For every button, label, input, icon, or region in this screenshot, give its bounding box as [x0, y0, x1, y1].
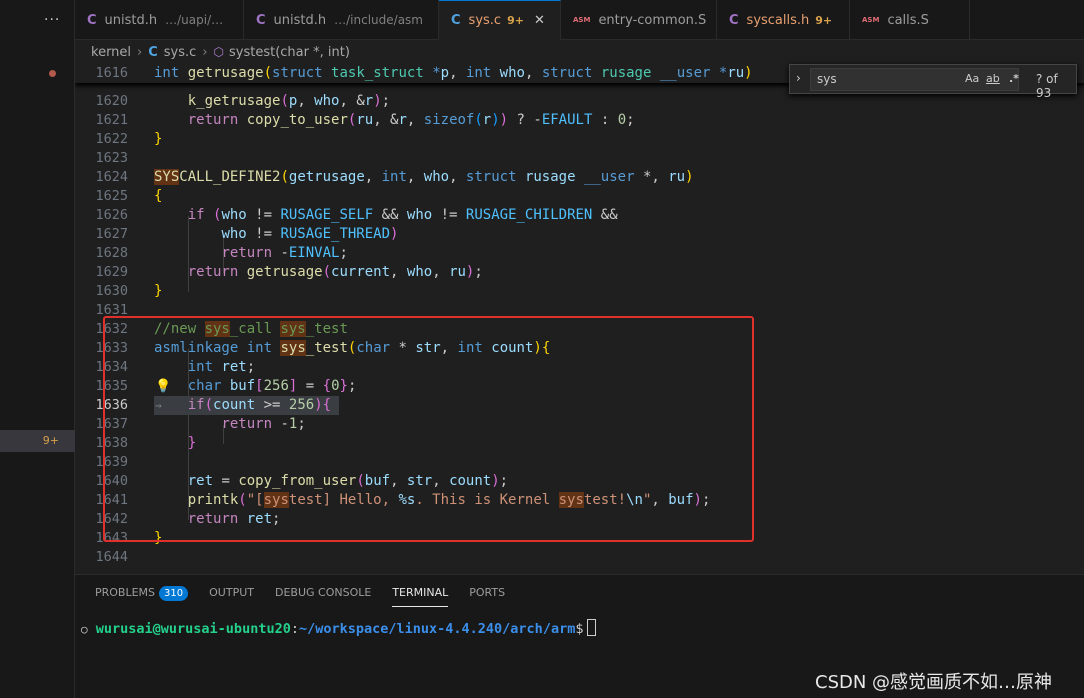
tab-path: …/uapi/… — [165, 13, 224, 27]
tab-syscalls-h[interactable]: C syscalls.h 9+ — [717, 0, 850, 40]
editor-tab-bar: C unistd.h …/uapi/… C unistd.h …/include… — [75, 0, 1084, 40]
c-icon: C — [256, 12, 266, 28]
line-number: 1621 — [95, 112, 128, 128]
line-number: 1620 — [95, 93, 128, 109]
match-case-icon[interactable]: Aa — [965, 72, 979, 85]
code-text: who != RUSAGE_THREAD) — [221, 226, 399, 242]
tab-entry-common[interactable]: ASM entry-common.S — [561, 0, 717, 40]
tab-debug-console[interactable]: DEBUG CONSOLE — [275, 583, 371, 607]
tab-problem-count: 9+ — [815, 13, 833, 27]
tab-problem-count: 9+ — [507, 14, 524, 27]
breadcrumb-file[interactable]: sys.c — [164, 45, 197, 60]
tab-label: calls.S — [887, 12, 929, 28]
c-icon: C — [729, 12, 739, 28]
code-line[interactable]: 1625 { — [75, 187, 1084, 206]
modified-dot-icon — [49, 70, 56, 77]
explorer-selected-item[interactable]: 9+ — [0, 430, 75, 452]
terminal-user: wurusai@wurusai-ubuntu20 — [95, 621, 291, 637]
prompt-circle-icon: ○ — [81, 623, 88, 636]
code-line[interactable]: 1629 return getrusage(current, who, ru); — [75, 263, 1084, 282]
code-text: int getrusage(struct task_struct *p, int… — [154, 65, 753, 81]
chevron-right-icon: › — [137, 44, 143, 60]
chevron-right-icon: › — [202, 44, 208, 60]
line-number: 1626 — [95, 207, 128, 223]
find-widget: › sys Aa ab .* ? of 93 — [789, 64, 1077, 100]
problems-count-badge: 310 — [159, 586, 189, 601]
terminal-prompt: $ — [575, 621, 584, 637]
tab-label: entry-common.S — [598, 12, 707, 28]
code-line[interactable]: 1622 } — [75, 130, 1084, 149]
panel-tab-bar: PROBLEMS 310 OUTPUT DEBUG CONSOLE TERMIN… — [95, 583, 526, 607]
code-text: } — [154, 283, 163, 299]
code-line[interactable]: 1623 — [75, 149, 1084, 168]
line-number: 1624 — [95, 169, 128, 185]
whole-word-icon[interactable]: ab — [986, 72, 1000, 85]
terminal-cursor — [587, 619, 597, 636]
tab-label: TERMINAL — [392, 586, 449, 599]
c-file-icon: C — [148, 44, 158, 60]
code-text: if (who != RUSAGE_SELF && who != RUSAGE_… — [187, 207, 618, 223]
line-number: 1630 — [95, 283, 128, 299]
tab-calls-s[interactable]: ASM calls.S — [850, 0, 970, 40]
line-number: 1644 — [95, 549, 128, 565]
tab-label: PORTS — [469, 586, 506, 599]
code-line[interactable]: 1630 } — [75, 282, 1084, 301]
code-text: return copy_to_user(ru, &r, sizeof(r)) ?… — [187, 112, 635, 128]
breadcrumb: kernel › C sys.c › ⬡ systest(char *, int… — [75, 40, 1084, 64]
line-number: 1622 — [95, 131, 128, 147]
asm-icon: ASM — [862, 16, 880, 24]
chevron-right-icon[interactable]: › — [796, 71, 801, 85]
match-count: ? of 93 — [1036, 72, 1058, 100]
tab-label: unistd.h — [273, 12, 327, 28]
tab-label: DEBUG CONSOLE — [274, 586, 372, 599]
code-line[interactable]: 1621 return copy_to_user(ru, &r, sizeof(… — [75, 111, 1084, 130]
line-number: 1629 — [95, 264, 128, 280]
close-icon[interactable]: ✕ — [534, 13, 545, 28]
code-text: return getrusage(current, who, ru); — [187, 264, 483, 280]
breadcrumb-symbol[interactable]: systest(char *, int) — [229, 45, 350, 60]
breadcrumb-folder[interactable]: kernel — [91, 45, 131, 60]
code-text: } — [154, 131, 163, 147]
code-text: { — [154, 188, 163, 204]
line-number: 1625 — [95, 188, 128, 204]
c-icon: C — [87, 12, 97, 28]
tab-label: OUTPUT — [209, 586, 254, 599]
code-text: k_getrusage(p, who, &r); — [187, 93, 391, 109]
explorer-strip: ··· 9+ — [0, 0, 75, 698]
tab-label: syscalls.h — [746, 12, 810, 28]
regex-icon[interactable]: .* — [1009, 72, 1019, 85]
code-line[interactable]: 1627 who != RUSAGE_THREAD) — [75, 225, 1084, 244]
line-number: 1616 — [95, 65, 128, 81]
tab-sys-c[interactable]: C sys.c 9+ ✕ — [439, 0, 561, 40]
code-line[interactable]: 1628 return -EINVAL; — [75, 244, 1084, 263]
tab-label: unistd.h — [104, 12, 158, 28]
code-line[interactable]: 1624 SYSCALL_DEFINE2(getrusage, int, who… — [75, 168, 1084, 187]
code-line[interactable]: 1644 — [75, 548, 1084, 567]
tab-path: …/include/asm — [334, 13, 423, 27]
code-line[interactable]: 1620 k_getrusage(p, who, &r); — [75, 92, 1084, 111]
tab-ports[interactable]: PORTS — [469, 583, 505, 607]
tab-unistd-asm[interactable]: C unistd.h …/include/asm — [244, 0, 439, 40]
line-number: 1623 — [95, 150, 128, 166]
line-number: 1628 — [95, 245, 128, 261]
tab-label: PROBLEMS — [95, 586, 156, 599]
explorer-item-badge: 9+ — [42, 434, 59, 447]
terminal-output[interactable]: ○ wurusai@wurusai-ubuntu20:~/workspace/l… — [81, 619, 597, 637]
watermark: CSDN @感觉画质不如…原神 — [815, 672, 1053, 693]
code-text: SYSCALL_DEFINE2(getrusage, int, who, str… — [154, 169, 694, 185]
highlight-box — [103, 316, 754, 542]
code-text: return -EINVAL; — [221, 245, 348, 261]
c-icon: C — [451, 13, 461, 28]
tab-terminal[interactable]: TERMINAL — [392, 583, 449, 607]
function-cube-icon: ⬡ — [213, 45, 224, 59]
more-actions-icon[interactable]: ··· — [44, 12, 60, 28]
tab-problems[interactable]: PROBLEMS 310 — [95, 583, 189, 607]
code-line[interactable]: 1626 if (who != RUSAGE_SELF && who != RU… — [75, 206, 1084, 225]
line-number: 1627 — [95, 226, 128, 242]
tab-unistd-uapi[interactable]: C unistd.h …/uapi/… — [75, 0, 244, 40]
asm-icon: ASM — [573, 16, 591, 24]
terminal-path: ~/workspace/linux-4.4.240/arch/arm — [298, 621, 576, 637]
tab-output[interactable]: OUTPUT — [209, 583, 254, 607]
tab-label: sys.c — [468, 13, 502, 28]
